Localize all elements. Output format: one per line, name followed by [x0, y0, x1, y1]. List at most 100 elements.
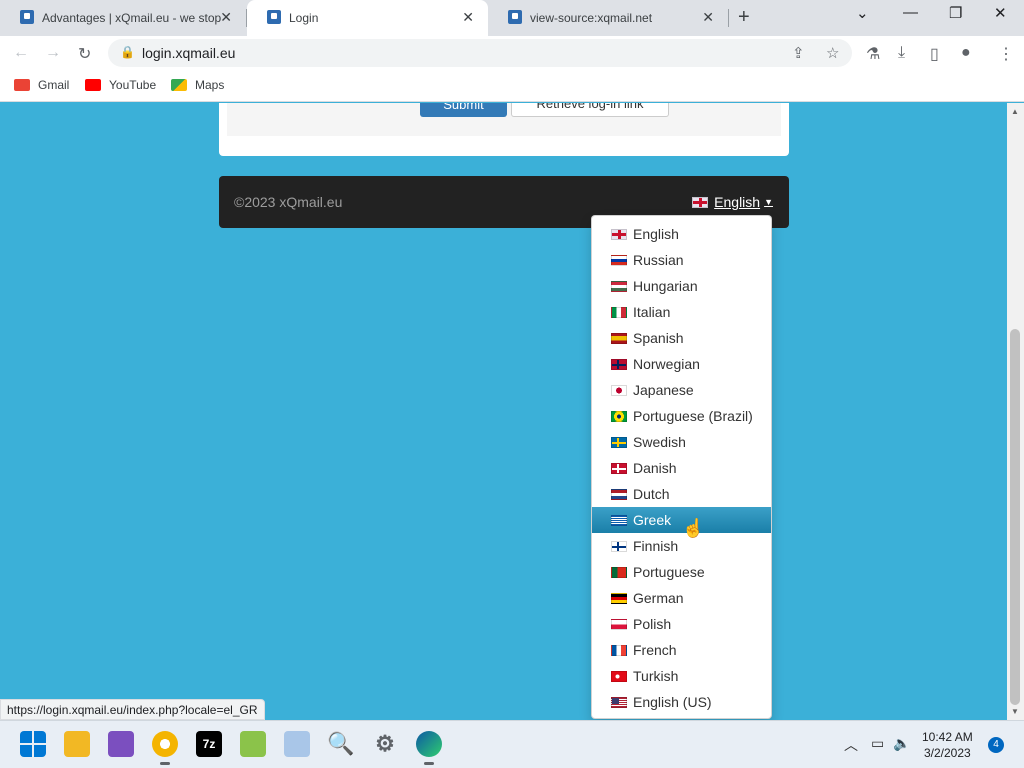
- address-url[interactable]: login.xqmail.eu: [142, 45, 235, 61]
- language-label: Italian: [633, 304, 671, 320]
- lock-icon[interactable]: 🔒: [120, 45, 135, 59]
- language-option-italian[interactable]: Italian: [592, 299, 771, 325]
- language-label: Spanish: [633, 330, 684, 346]
- scroll-down-arrow-icon[interactable]: ▼: [1011, 707, 1019, 716]
- side-panel-icon[interactable]: ▯: [930, 44, 939, 64]
- notification-badge[interactable]: 4: [988, 737, 1004, 753]
- site-favicon-icon: [20, 10, 34, 24]
- language-label: French: [633, 642, 677, 658]
- language-label: Hungarian: [633, 278, 698, 294]
- submit-button[interactable]: Submit: [420, 103, 507, 117]
- language-option-turkish[interactable]: Turkish: [592, 663, 771, 689]
- language-option-japanese[interactable]: Japanese: [592, 377, 771, 403]
- bookmarks-bar: Gmail YouTube Maps: [0, 70, 1024, 102]
- reload-icon[interactable]: ↻: [78, 44, 91, 64]
- language-option-polish[interactable]: Polish: [592, 611, 771, 637]
- bookmark-maps[interactable]: Maps: [171, 78, 224, 92]
- language-option-portuguese-brazil[interactable]: Portuguese (Brazil): [592, 403, 771, 429]
- caret-down-icon: ▼: [764, 197, 773, 207]
- language-option-swedish[interactable]: Swedish: [592, 429, 771, 455]
- browser-toolbar: ← → ↻ 🔒 login.xqmail.eu ⇪ ☆ ⚗ ⤓ ▯ ● ⋮: [0, 36, 1024, 70]
- current-language-label: English: [714, 194, 761, 210]
- maximize-icon[interactable]: ❐: [949, 4, 962, 22]
- game-app-icon[interactable]: [240, 731, 266, 757]
- language-label: Danish: [633, 460, 677, 476]
- resource-monitor-icon[interactable]: [284, 731, 310, 757]
- link-status-bar: https://login.xqmail.eu/index.php?locale…: [0, 699, 265, 720]
- language-label: Portuguese (Brazil): [633, 408, 753, 424]
- retrieve-login-link-button[interactable]: Retrieve log-in link: [511, 103, 669, 117]
- scrollbar-thumb[interactable]: [1010, 329, 1020, 705]
- volume-icon[interactable]: 🔈: [893, 735, 910, 752]
- share-icon[interactable]: ⇪: [792, 44, 805, 62]
- language-option-spanish[interactable]: Spanish: [592, 325, 771, 351]
- browser-tab[interactable]: view-source:xqmail.net ✕: [488, 0, 728, 36]
- language-option-norwegian[interactable]: Norwegian: [592, 351, 771, 377]
- pl-flag-icon: [611, 618, 627, 630]
- br-flag-icon: [611, 410, 627, 422]
- bookmark-label: Maps: [195, 78, 225, 92]
- bookmark-label: Gmail: [38, 78, 70, 92]
- network-icon[interactable]: ▭: [871, 735, 884, 752]
- windows-taskbar: 7z 🔍 ⚙ ︿ ▭ 🔈 10:42 AM 3/2/2023 4: [0, 720, 1024, 768]
- close-tab-icon[interactable]: ✕: [462, 9, 474, 26]
- de-flag-icon: [611, 592, 627, 604]
- bookmark-youtube[interactable]: YouTube: [85, 78, 156, 92]
- bookmark-label: YouTube: [109, 78, 157, 92]
- visual-studio-icon[interactable]: [108, 731, 134, 757]
- windows-start-icon[interactable]: [20, 731, 46, 757]
- language-label: Dutch: [633, 486, 670, 502]
- language-option-russian[interactable]: Russian: [592, 247, 771, 273]
- address-bar[interactable]: 🔒 login.xqmail.eu ⇪ ☆: [108, 39, 852, 67]
- gmail-icon: [14, 79, 30, 91]
- ru-flag-icon: [611, 254, 627, 266]
- search-magnifier-app-icon[interactable]: 🔍: [327, 731, 354, 757]
- tr-flag-icon: [611, 670, 627, 682]
- language-option-french[interactable]: French: [592, 637, 771, 663]
- copyright-text: ©2023 xQmail.eu: [234, 194, 343, 210]
- fi-flag-icon: [611, 540, 627, 552]
- language-label: English (US): [633, 694, 712, 710]
- language-option-portuguese[interactable]: Portuguese: [592, 559, 771, 585]
- language-dropdown-toggle[interactable]: English ▼: [692, 194, 773, 210]
- 7zip-icon[interactable]: 7z: [196, 731, 222, 757]
- gb-flag-icon: [692, 196, 709, 208]
- chrome-canary-icon[interactable]: [152, 731, 178, 765]
- close-tab-icon[interactable]: ✕: [220, 9, 232, 26]
- file-explorer-icon[interactable]: [64, 731, 90, 757]
- language-option-german[interactable]: German: [592, 585, 771, 611]
- language-option-english[interactable]: English: [592, 221, 771, 247]
- dk-flag-icon: [611, 462, 627, 474]
- browser-tab-active[interactable]: Login ✕: [247, 0, 488, 36]
- settings-gear-icon[interactable]: ⚙: [372, 731, 398, 757]
- bookmark-star-icon[interactable]: ☆: [826, 44, 839, 62]
- browser-tab[interactable]: Advantages | xQmail.eu - we stop ✕: [0, 0, 246, 36]
- tab-search-chevron-icon[interactable]: ⌄: [856, 4, 869, 22]
- es-flag-icon: [611, 332, 627, 344]
- new-tab-icon[interactable]: +: [738, 6, 750, 29]
- tab-title: Login: [289, 11, 319, 25]
- language-option-hungarian[interactable]: Hungarian: [592, 273, 771, 299]
- download-icon[interactable]: ⤓: [898, 44, 905, 62]
- menu-kebab-icon[interactable]: ⋮: [998, 44, 1014, 64]
- close-window-icon[interactable]: ✕: [994, 4, 1007, 22]
- edge-browser-icon[interactable]: [416, 731, 442, 765]
- bookmark-gmail[interactable]: Gmail: [14, 78, 69, 92]
- login-panel-footer: Submit Retrieve log-in link: [227, 103, 781, 136]
- back-icon[interactable]: ←: [13, 44, 29, 62]
- close-tab-icon[interactable]: ✕: [702, 9, 714, 26]
- minimize-icon[interactable]: —: [903, 4, 918, 21]
- language-option-danish[interactable]: Danish: [592, 455, 771, 481]
- us-flag-icon: [611, 696, 627, 708]
- profile-avatar-icon[interactable]: ●: [961, 44, 971, 62]
- show-hidden-icons-chevron-icon[interactable]: ︿: [844, 735, 858, 755]
- system-clock[interactable]: 10:42 AM 3/2/2023: [922, 729, 973, 761]
- tab-separator: [728, 9, 729, 27]
- language-option-english-us[interactable]: English (US): [592, 689, 771, 715]
- labs-flask-icon[interactable]: ⚗: [866, 44, 880, 64]
- scroll-up-arrow-icon[interactable]: ▲: [1011, 107, 1019, 116]
- forward-icon[interactable]: →: [45, 44, 61, 62]
- site-favicon-icon: [508, 10, 522, 24]
- language-option-dutch[interactable]: Dutch: [592, 481, 771, 507]
- page-scrollbar[interactable]: ▲ ▼: [1007, 103, 1024, 720]
